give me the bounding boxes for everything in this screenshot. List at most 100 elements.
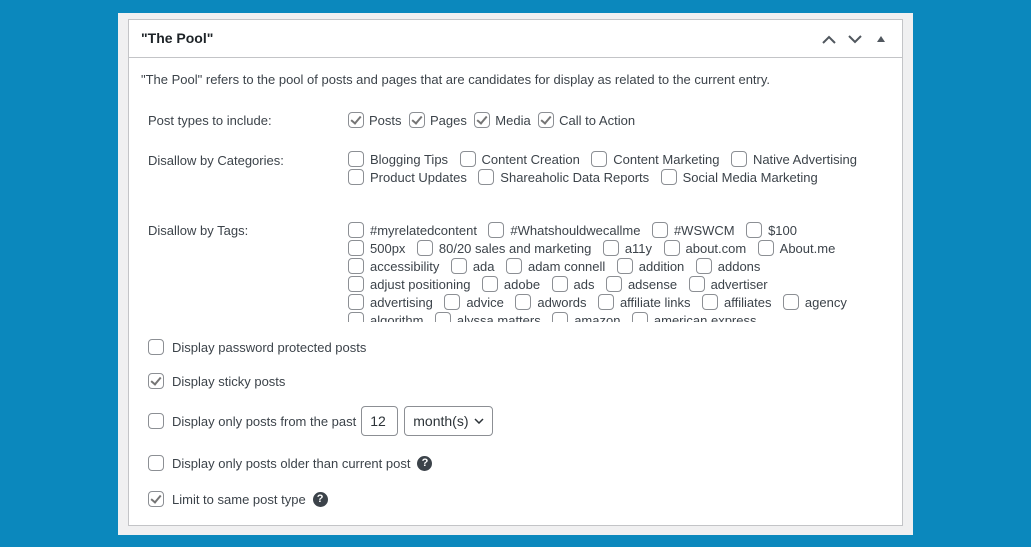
- tag-option[interactable]: #WSWCM: [651, 222, 735, 240]
- tag-option[interactable]: a11y: [602, 240, 652, 258]
- older-posts-option: Display only posts older than current po…: [148, 455, 433, 471]
- tag-option[interactable]: advertising: [348, 294, 433, 312]
- category-option[interactable]: Blogging Tips: [348, 151, 448, 169]
- tag-option[interactable]: adjust positioning: [348, 276, 470, 294]
- post-type-checkbox[interactable]: [474, 112, 491, 128]
- tag-option[interactable]: addition: [616, 258, 684, 276]
- tag-option-checkbox[interactable]: [348, 294, 364, 310]
- category-option-checkbox[interactable]: [660, 169, 677, 185]
- tag-option-checkbox[interactable]: [597, 294, 614, 310]
- tag-option-checkbox[interactable]: [701, 294, 718, 310]
- post-type-checkbox[interactable]: [538, 112, 555, 128]
- tag-option[interactable]: algorithm: [348, 312, 423, 322]
- tag-option[interactable]: #myrelatedcontent: [348, 222, 477, 240]
- tag-option-checkbox[interactable]: [450, 258, 467, 274]
- tags-scroll-area[interactable]: #myrelatedcontent #Whatshouldwecallme #W…: [348, 222, 888, 322]
- tag-option[interactable]: alyssa matters: [434, 312, 541, 322]
- tag-option-checkbox[interactable]: [481, 276, 498, 292]
- past-amount-input[interactable]: [361, 406, 399, 436]
- category-option-checkbox[interactable]: [478, 169, 495, 185]
- help-icon[interactable]: ?: [417, 455, 433, 471]
- tag-option[interactable]: accessibility: [348, 258, 439, 276]
- category-option-checkbox[interactable]: [459, 151, 476, 167]
- category-option[interactable]: Native Advertising: [730, 151, 857, 169]
- handle-actions: [816, 28, 894, 50]
- chevron-up-icon: [822, 35, 836, 44]
- tag-option-checkbox[interactable]: [616, 258, 633, 274]
- password-protected-checkbox[interactable]: [148, 339, 164, 355]
- tag-option[interactable]: addons: [695, 258, 760, 276]
- chevron-down-icon: [474, 418, 485, 424]
- tag-option[interactable]: About.me: [757, 240, 835, 258]
- tag-option-checkbox[interactable]: [348, 276, 364, 292]
- tag-option[interactable]: 80/20 sales and marketing: [416, 240, 591, 258]
- tag-option[interactable]: adam connell: [505, 258, 605, 276]
- tag-option-checkbox[interactable]: [416, 240, 433, 256]
- past-unit-select[interactable]: month(s): [404, 406, 494, 436]
- tag-option-checkbox[interactable]: [348, 240, 364, 256]
- help-icon[interactable]: ?: [312, 491, 328, 507]
- category-option[interactable]: Product Updates: [348, 169, 467, 187]
- password-protected-option[interactable]: Display password protected posts: [148, 339, 366, 355]
- sticky-posts-option[interactable]: Display sticky posts: [148, 373, 285, 389]
- category-option[interactable]: Social Media Marketing: [660, 169, 818, 187]
- toggle-panel-button[interactable]: [868, 28, 894, 50]
- tag-option-checkbox[interactable]: [348, 222, 364, 238]
- tag-option-checkbox[interactable]: [602, 240, 619, 256]
- category-option[interactable]: Shareaholic Data Reports: [478, 169, 649, 187]
- tag-option-checkbox[interactable]: [782, 294, 799, 310]
- post-types-group: Posts Pages Media Call to Action: [348, 112, 638, 130]
- tag-option-checkbox[interactable]: [695, 258, 712, 274]
- move-up-button[interactable]: [816, 28, 842, 50]
- tag-option[interactable]: adsense: [605, 276, 677, 294]
- tag-option[interactable]: about.com: [663, 240, 746, 258]
- tag-option-checkbox[interactable]: [552, 312, 569, 322]
- past-posts-checkbox[interactable]: [148, 413, 164, 429]
- tag-option[interactable]: affiliates: [701, 294, 771, 312]
- post-type-option[interactable]: Pages: [408, 112, 467, 130]
- tag-option[interactable]: ads: [551, 276, 595, 294]
- tag-option[interactable]: agency: [782, 294, 847, 312]
- post-type-checkbox[interactable]: [348, 112, 364, 128]
- tag-option-checkbox[interactable]: [631, 312, 648, 322]
- tag-option[interactable]: #Whatshouldwecallme: [488, 222, 640, 240]
- post-type-option[interactable]: Media: [474, 112, 531, 130]
- category-option-checkbox[interactable]: [348, 169, 364, 185]
- category-option-checkbox[interactable]: [348, 151, 364, 167]
- category-option-checkbox[interactable]: [730, 151, 747, 167]
- tag-option-checkbox[interactable]: [505, 258, 522, 274]
- tag-option-checkbox[interactable]: [663, 240, 680, 256]
- tag-option-checkbox[interactable]: [757, 240, 774, 256]
- post-type-option[interactable]: Call to Action: [538, 112, 635, 130]
- tag-option-checkbox[interactable]: [746, 222, 763, 238]
- tag-option[interactable]: $100: [746, 222, 797, 240]
- post-type-option[interactable]: Posts: [348, 112, 402, 130]
- sticky-posts-checkbox[interactable]: [148, 373, 164, 389]
- tag-option-checkbox[interactable]: [434, 312, 451, 322]
- tag-option-checkbox[interactable]: [551, 276, 568, 292]
- tag-option-checkbox[interactable]: [348, 258, 364, 274]
- tag-option[interactable]: ada: [450, 258, 495, 276]
- tag-option[interactable]: 500px: [348, 240, 405, 258]
- tag-option-checkbox[interactable]: [444, 294, 461, 310]
- tag-option[interactable]: advertiser: [688, 276, 768, 294]
- tag-option-checkbox[interactable]: [488, 222, 505, 238]
- tag-option[interactable]: adobe: [481, 276, 540, 294]
- category-option[interactable]: Content Marketing: [591, 151, 719, 169]
- category-option[interactable]: Content Creation: [459, 151, 580, 169]
- older-posts-checkbox[interactable]: [148, 455, 164, 471]
- tag-option[interactable]: adwords: [515, 294, 587, 312]
- tag-option-checkbox[interactable]: [688, 276, 705, 292]
- tag-option-checkbox[interactable]: [651, 222, 668, 238]
- tag-option[interactable]: advice: [444, 294, 504, 312]
- tag-option[interactable]: affiliate links: [597, 294, 691, 312]
- tag-option-checkbox[interactable]: [515, 294, 532, 310]
- same-post-type-checkbox[interactable]: [148, 491, 164, 507]
- tag-option-checkbox[interactable]: [348, 312, 364, 322]
- move-down-button[interactable]: [842, 28, 868, 50]
- tag-option-checkbox[interactable]: [605, 276, 622, 292]
- tag-option[interactable]: american express: [631, 312, 757, 322]
- tag-option[interactable]: amazon: [552, 312, 620, 322]
- post-type-checkbox[interactable]: [408, 112, 425, 128]
- category-option-checkbox[interactable]: [591, 151, 608, 167]
